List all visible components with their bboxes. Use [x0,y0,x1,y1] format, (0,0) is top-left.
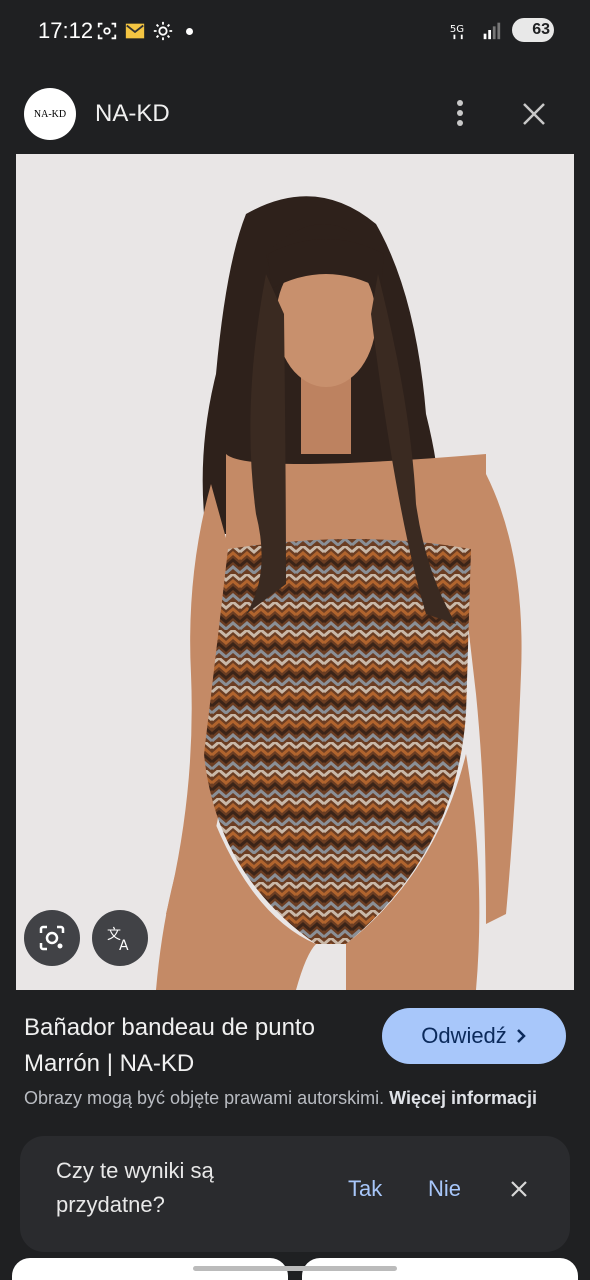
feedback-close-icon[interactable] [508,1178,530,1200]
status-right: 5G 63 [448,18,554,42]
lens-icon [39,925,65,951]
feedback-card: Czy te wyniki są przydatne? Tak Nie [20,1136,570,1252]
more-options-icon[interactable] [450,98,470,128]
svg-text:5G: 5G [450,24,464,35]
status-bar: 17:12 5G 63 [0,0,590,64]
battery-level: 63 [532,21,550,38]
model-swimsuit-photo [16,154,574,990]
product-image[interactable] [16,154,574,990]
more-info-link[interactable]: Więcej informacji [389,1088,537,1108]
site-name[interactable]: NA-KD [95,100,170,128]
brightness-icon [153,21,173,41]
site-logo[interactable]: NA-KD [24,88,76,140]
network-5g-icon: 5G [450,24,464,40]
gesture-bar[interactable] [193,1266,397,1271]
logo-text: NA-KD [33,108,67,120]
svg-text:A: A [119,938,129,953]
feedback-yes-button[interactable]: Tak [348,1176,382,1202]
copyright-text: Obrazy mogą być objęte prawami autorskim… [24,1088,385,1108]
translate-button[interactable]: 文A [92,910,148,966]
feedback-question: Czy te wyniki są przydatne? [56,1158,214,1217]
close-icon[interactable] [520,100,548,128]
translate-icon: 文A [107,927,129,953]
visit-button-label: Odwiedź [421,1023,507,1048]
chevron-right-icon [516,1029,526,1043]
screenshot-icon [97,22,117,40]
header: NA-KD NA-KD [0,64,590,156]
copyright-notice: Obrazy mogą być objęte prawami autorskim… [24,1084,564,1112]
status-time: 17:12 [38,18,94,43]
battery-indicator: 63 [512,18,554,42]
lens-search-button[interactable] [24,910,80,966]
feedback-no-button[interactable]: Nie [428,1176,461,1202]
result-info-panel: Bañador bandeau de punto Marrón | NA-KD … [0,990,590,1280]
signal-icon [483,22,501,40]
mail-icon [125,23,145,39]
product-title[interactable]: Bañador bandeau de punto Marrón | NA-KD [24,1010,354,1082]
status-dot [186,27,193,35]
status-notification-icons [96,20,193,42]
visit-button[interactable]: Odwiedź [382,1008,566,1064]
